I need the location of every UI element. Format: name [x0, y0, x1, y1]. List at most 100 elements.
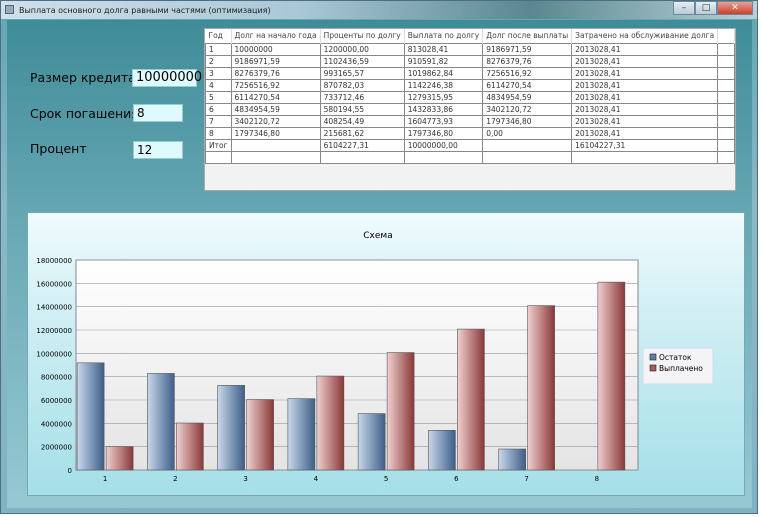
table-cell[interactable] [717, 66, 735, 80]
table-cell[interactable]: 2 [205, 54, 232, 68]
minimize-button[interactable]: – [673, 1, 695, 15]
table-cell[interactable]: 8276379,76 [230, 66, 321, 80]
column-header[interactable]: Проценты по долгу [320, 29, 405, 43]
table-cell[interactable]: 813028,41 [403, 42, 484, 56]
table-cell[interactable] [717, 114, 735, 128]
table-cell[interactable] [482, 150, 573, 164]
table-cell[interactable] [482, 138, 573, 152]
table-cell[interactable]: 6 [205, 102, 232, 116]
table-cell[interactable]: 1797346,80 [482, 114, 573, 128]
column-header-empty [717, 29, 735, 43]
close-button[interactable]: ✕ [717, 1, 753, 15]
table-cell[interactable] [717, 78, 735, 92]
table-cell[interactable]: 7256516,92 [230, 78, 321, 92]
table-cell[interactable]: 4 [205, 78, 232, 92]
table-cell[interactable]: 8 [205, 126, 232, 140]
table-cell[interactable]: 1142246,38 [403, 78, 484, 92]
column-header[interactable]: Выплата по долгу [404, 29, 484, 43]
table-cell[interactable]: 6114270,54 [230, 90, 321, 104]
table-cell[interactable]: 910591,82 [403, 54, 484, 68]
table-cell[interactable] [717, 150, 735, 164]
table-cell[interactable]: 993165,57 [319, 66, 405, 80]
table-row[interactable]: 3 8276379,76 993165,57 1019862,84 7256516,92… [205, 66, 735, 80]
term-input[interactable]: 8 [133, 104, 183, 122]
table-cell[interactable]: 4834954,59 [482, 90, 573, 104]
table-cell[interactable]: 2013028,41 [571, 66, 719, 80]
table-cell[interactable] [717, 138, 735, 152]
table-cell[interactable]: Итог [205, 138, 232, 152]
table-cell[interactable] [319, 150, 405, 164]
table-cell[interactable]: 7256516,92 [482, 66, 573, 80]
table-cell[interactable]: 1797346,80 [230, 126, 321, 140]
table-row[interactable]: 8 1797346,80 215681,62 1797346,80 0,00 201302… [205, 126, 735, 140]
table-cell[interactable]: 7 [205, 114, 232, 128]
table-cell[interactable]: 2013028,41 [571, 102, 719, 116]
table-cell[interactable]: 1 [205, 42, 232, 56]
table-cell[interactable]: 3402120,72 [230, 114, 321, 128]
title-bar: Выплата основного долга равными частями … [1, 1, 757, 19]
column-header[interactable]: Год [205, 29, 232, 43]
table-cell[interactable]: 215681,62 [319, 126, 405, 140]
x-tick-label: 1 [103, 475, 107, 483]
table-cell[interactable]: 8276379,76 [482, 54, 573, 68]
table-cell[interactable] [403, 150, 484, 164]
table-cell[interactable]: 1279315,95 [403, 90, 484, 104]
table-cell[interactable] [230, 138, 321, 152]
table-cell[interactable]: 4834954,59 [230, 102, 321, 116]
legend-swatch [649, 364, 657, 372]
table-row[interactable]: 6 4834954,59 580194,55 1432833,86 3402120,72… [205, 102, 735, 116]
results-table[interactable]: Год Долг на начало года Проценты по долгу В… [204, 28, 736, 191]
table-cell[interactable]: 5 [205, 90, 232, 104]
table-cell[interactable]: 1797346,80 [403, 126, 484, 140]
table-cell[interactable]: 0,00 [482, 126, 573, 140]
table-cell[interactable]: 408254,49 [319, 114, 405, 128]
bar-vyplacheno [246, 399, 274, 471]
table-cell[interactable] [717, 126, 735, 140]
table-cell[interactable]: 10000000,00 [403, 138, 484, 152]
table-row[interactable]: Итог 6104227,31 10000000,00 16104227,31 [205, 138, 735, 152]
table-cell[interactable] [717, 90, 735, 104]
column-header[interactable]: Долг на начало года [231, 29, 321, 43]
table-cell[interactable]: 3402120,72 [482, 102, 573, 116]
table-cell[interactable]: 1432833,86 [403, 102, 484, 116]
rate-input[interactable]: 12 [133, 141, 183, 159]
table-row[interactable] [205, 150, 735, 164]
table-row[interactable]: 7 3402120,72 408254,49 1604773,93 1797346,80… [205, 114, 735, 128]
column-header[interactable]: Затрачено на обслуживание долга [571, 29, 719, 43]
table-cell[interactable]: 1604773,93 [403, 114, 484, 128]
table-cell[interactable]: 3 [205, 66, 232, 80]
table-cell[interactable] [571, 150, 719, 164]
table-cell[interactable]: 2013028,41 [571, 54, 719, 68]
table-cell[interactable]: 733712,46 [319, 90, 405, 104]
table-cell[interactable]: 6114270,54 [482, 78, 573, 92]
table-row[interactable]: 2 9186971,59 1102436,59 910591,82 8276379,76… [205, 54, 735, 68]
table-cell[interactable] [717, 42, 735, 56]
table-cell[interactable]: 2013028,41 [571, 42, 719, 56]
table-cell[interactable]: 9186971,59 [482, 42, 573, 56]
table-cell[interactable]: 16104227,31 [571, 138, 719, 152]
loan-label: Размер кредита [30, 70, 136, 85]
table-cell[interactable]: 1200000,00 [319, 42, 405, 56]
table-cell[interactable]: 1019862,84 [403, 66, 484, 80]
table-cell[interactable]: 2013028,41 [571, 114, 719, 128]
table-cell[interactable]: 580194,55 [319, 102, 405, 116]
table-cell[interactable] [205, 150, 232, 164]
table-cell[interactable]: 1102436,59 [319, 54, 405, 68]
column-header[interactable]: Долг после выплаты [482, 29, 573, 43]
table-cell[interactable]: 2013028,41 [571, 126, 719, 140]
table-cell[interactable]: 2013028,41 [571, 78, 719, 92]
table-cell[interactable]: 10000000 [230, 42, 321, 56]
table-cell[interactable] [717, 102, 735, 116]
table-cell[interactable]: 870782,03 [319, 78, 405, 92]
table-row[interactable]: 4 7256516,92 870782,03 1142246,38 6114270,54… [205, 78, 735, 92]
table-cell[interactable] [717, 54, 735, 68]
loan-input[interactable]: 10000000 [132, 69, 202, 87]
rate-label: Процент [30, 141, 87, 156]
table-cell[interactable] [230, 150, 321, 164]
table-row[interactable]: 1 10000000 1200000,00 813028,41 9186971,59 20… [205, 42, 735, 56]
table-cell[interactable]: 6104227,31 [319, 138, 405, 152]
table-row[interactable]: 5 6114270,54 733712,46 1279315,95 4834954,59… [205, 90, 735, 104]
table-cell[interactable]: 2013028,41 [571, 90, 719, 104]
maximize-button[interactable]: □ [695, 1, 717, 15]
table-cell[interactable]: 9186971,59 [230, 54, 321, 68]
